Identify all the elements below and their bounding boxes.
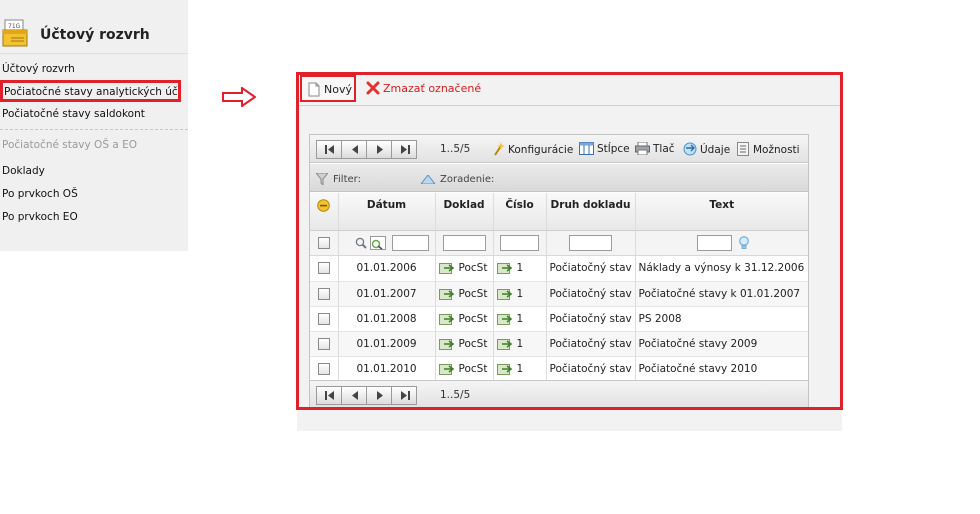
sidebar-divider: [0, 129, 188, 130]
ledger-book-icon: 71G: [2, 19, 28, 47]
highlight-frame: [296, 72, 843, 410]
sidebar-item-balance-opening-balances[interactable]: Počiatočné stavy saldokont: [2, 108, 145, 120]
right-arrow-icon: [222, 87, 256, 107]
sidebar-item-analytical-opening-balances[interactable]: Počiatočné stavy analytických účtov: [0, 80, 181, 102]
sidebar-title: Účtový rozvrh: [40, 27, 150, 43]
sidebar: 71G Účtový rozvrh Účtový rozvrh Počiatoč…: [0, 0, 188, 251]
sidebar-section-label: Počiatočné stavy OŠ a EO: [2, 139, 137, 151]
sidebar-item-by-os-elements[interactable]: Po prvkoch OŠ: [2, 188, 78, 200]
sidebar-item-documents[interactable]: Doklady: [2, 165, 45, 177]
sidebar-item-by-eo-elements[interactable]: Po prvkoch EO: [2, 211, 78, 223]
sidebar-item-chart-of-accounts[interactable]: Účtový rozvrh: [2, 63, 75, 75]
svg-text:71G: 71G: [8, 23, 21, 30]
sidebar-header: 71G Účtový rozvrh: [0, 0, 188, 54]
